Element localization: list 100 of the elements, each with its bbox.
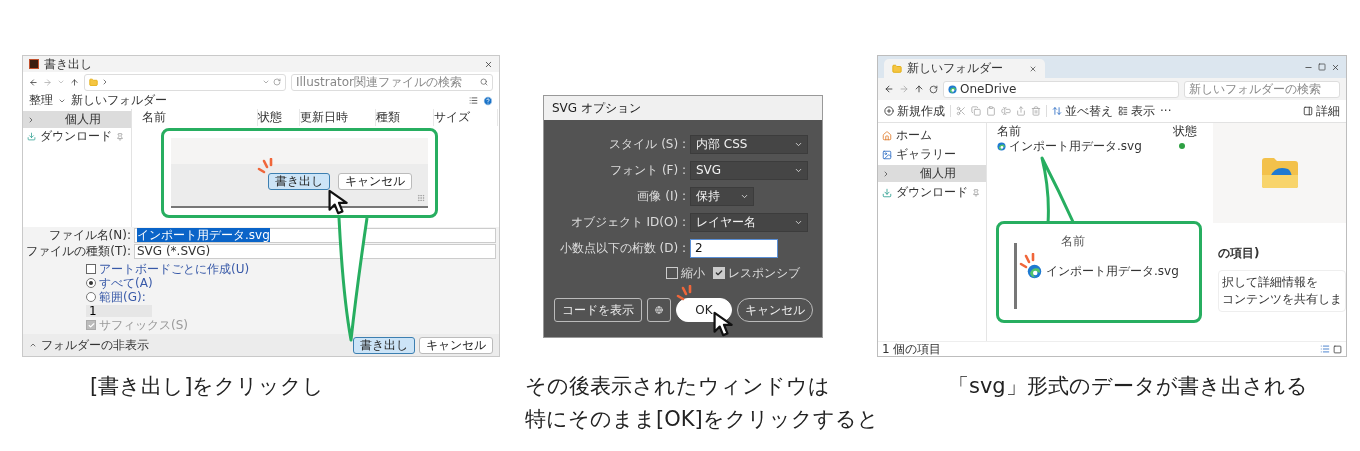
chevron-icon <box>101 78 109 86</box>
search-field[interactable]: Illustrator関連ファイルの検索 <box>291 73 493 91</box>
sidebar-item[interactable]: ホーム <box>878 127 986 144</box>
sidebar-item[interactable]: ギャラリー <box>878 146 986 163</box>
picture-icon <box>882 149 892 160</box>
field-label: フォント (F) : <box>609 161 686 179</box>
maximize-icon[interactable] <box>1318 63 1326 71</box>
resize-grip-icon <box>417 194 425 202</box>
cursor-icon <box>712 310 736 338</box>
column-header[interactable]: 名前 <box>142 109 258 126</box>
details-button[interactable]: 詳細 <box>1303 102 1340 120</box>
download-icon <box>27 132 36 141</box>
dropdown[interactable]: 内部 CSS <box>690 134 808 154</box>
new-button[interactable]: 新規作成 <box>884 102 945 120</box>
delete-icon[interactable] <box>1031 106 1041 116</box>
panel-icon <box>1303 106 1313 116</box>
download-icon <box>882 187 892 198</box>
field-label: オブジェクト ID(O) : <box>569 213 686 231</box>
input-field[interactable]: 2 <box>690 238 778 258</box>
column-header: 名前 <box>1060 233 1086 250</box>
dialog-title: SVG オプション <box>544 96 822 120</box>
refresh-icon[interactable] <box>929 84 938 94</box>
hide-folders-link[interactable]: フォルダーの非表示 <box>41 336 149 354</box>
home-icon <box>882 130 892 141</box>
radio-label: すべて(A) <box>99 275 153 291</box>
cloud-icon <box>948 84 957 94</box>
field-label: 小数点以下の桁数 (D) : <box>558 239 686 257</box>
checkbox-label: アートボードごとに作成(U) <box>99 260 250 277</box>
sidebar-item[interactable]: ダウンロード <box>23 128 131 145</box>
dropdown[interactable]: SVG <box>690 160 808 180</box>
app-icon <box>29 59 39 69</box>
input-field[interactable]: SVG (*.SVG) <box>134 243 496 259</box>
folder-icon <box>1260 157 1299 189</box>
dropdown-icon[interactable] <box>262 78 270 86</box>
up-icon[interactable] <box>914 84 924 94</box>
organize-menu[interactable]: 整理 <box>29 92 53 109</box>
tab[interactable]: 新しいフォルダー <box>884 59 1045 78</box>
range-field[interactable]: 1 <box>86 305 152 317</box>
collapse-icon[interactable] <box>29 341 37 349</box>
folder-icon <box>892 63 902 74</box>
close-icon[interactable] <box>1331 62 1340 72</box>
expand-icon <box>882 169 890 178</box>
list-view-icon[interactable] <box>1320 344 1330 354</box>
dropdown[interactable]: レイヤー名 <box>690 212 808 232</box>
show-code-button[interactable]: コードを表示 <box>554 298 642 322</box>
ok-button[interactable]: OK <box>676 298 732 322</box>
sort-icon <box>1052 106 1062 116</box>
field-label: スタイル (S) : <box>608 135 686 153</box>
globe-button[interactable] <box>647 298 671 322</box>
column-header[interactable]: 状態 <box>258 109 300 126</box>
sidebar-item[interactable]: ダウンロード <box>878 184 986 201</box>
hint-text: 択して詳細情報を <box>1222 274 1319 291</box>
item-count: の項目) <box>1218 245 1261 262</box>
sidebar-item[interactable]: 個人用 <box>878 165 986 182</box>
caption: 特にそのまま[OK]をクリックすると <box>525 406 880 433</box>
sidebar-item[interactable]: 個人用 <box>23 111 131 128</box>
hint-text: コンテンツを共有しま <box>1222 291 1342 308</box>
caption: 「svg」形式のデータが書き出される <box>948 373 1309 400</box>
view-button[interactable]: 表示 <box>1118 102 1155 120</box>
up-icon[interactable] <box>70 77 79 87</box>
cancel-button[interactable]: キャンセル <box>419 336 493 354</box>
folder-icon <box>89 77 98 87</box>
sort-button[interactable]: 並べ替え <box>1052 102 1113 120</box>
help-icon[interactable] <box>483 95 493 106</box>
checkmark-icon <box>87 321 95 329</box>
column-header[interactable]: 状態 <box>1173 122 1197 140</box>
search-field[interactable]: 新しいフォルダーの検索 <box>1184 80 1340 98</box>
new-folder-button[interactable]: 新しいフォルダー <box>71 92 167 109</box>
close-icon[interactable] <box>484 59 493 69</box>
column-header[interactable]: サイズ <box>434 109 498 126</box>
radio-button[interactable] <box>86 292 96 302</box>
field-label: ファイルの種類(T): <box>25 242 131 260</box>
caption: その後表示されたウィンドウは <box>525 373 831 400</box>
back-icon[interactable] <box>29 77 38 87</box>
back-icon[interactable] <box>884 84 894 94</box>
checkbox[interactable] <box>86 264 96 274</box>
column-header[interactable]: 種類 <box>376 109 434 126</box>
window-title: 書き出し <box>44 55 92 73</box>
checkbox-label: サフィックス(S) <box>99 316 188 334</box>
file-name[interactable]: インポート用データ.svg <box>1009 137 1142 155</box>
field-label: 画像 (I) : <box>636 187 686 205</box>
tile-view-icon[interactable] <box>1333 344 1342 354</box>
cancel-button[interactable]: キャンセル <box>338 172 412 190</box>
refresh-icon[interactable] <box>273 78 281 86</box>
plus-icon <box>884 106 894 116</box>
view-icon[interactable] <box>469 96 478 105</box>
radio-button[interactable] <box>86 278 96 288</box>
export-button[interactable]: 書き出し <box>268 172 330 190</box>
input-field[interactable]: インポート用データ.svg <box>134 227 496 243</box>
radio-label: 範囲(G): <box>99 289 146 306</box>
address-field[interactable]: OneDrive <box>943 80 1179 98</box>
close-icon[interactable] <box>1029 64 1037 73</box>
caption: [書き出し]をクリックし <box>90 373 326 400</box>
search-icon <box>480 78 488 86</box>
column-header[interactable]: 名前 <box>997 122 1173 140</box>
address-field[interactable] <box>84 73 286 91</box>
export-button[interactable]: 書き出し <box>353 336 415 354</box>
column-header[interactable]: 更新日時 <box>300 109 376 126</box>
dropdown[interactable]: 保持 <box>690 186 754 206</box>
more-button[interactable]: ··· <box>1160 104 1172 118</box>
